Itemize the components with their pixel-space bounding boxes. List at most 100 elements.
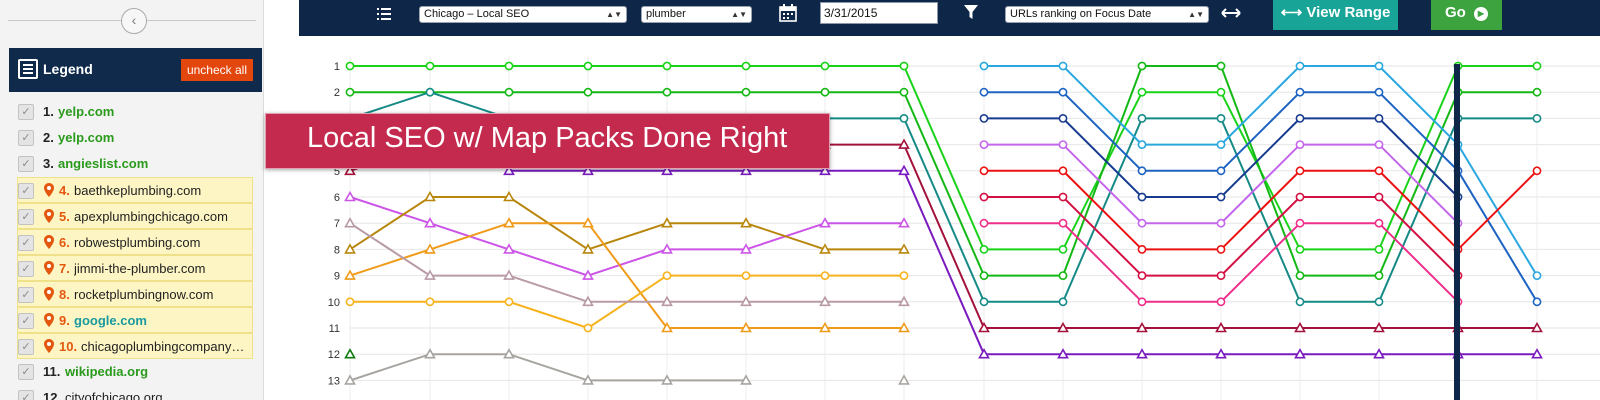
data-point[interactable] [1532, 114, 1542, 123]
data-point[interactable] [1137, 192, 1147, 202]
data-point[interactable] [1137, 166, 1147, 176]
data-point[interactable] [1215, 348, 1227, 359]
data-point[interactable] [1058, 114, 1068, 123]
data-point[interactable] [1295, 61, 1305, 71]
data-point[interactable] [661, 217, 673, 228]
data-point[interactable] [898, 243, 910, 254]
data-point[interactable] [583, 87, 593, 97]
data-point[interactable] [1374, 218, 1384, 228]
data-point[interactable] [1374, 192, 1384, 202]
data-point[interactable] [344, 348, 356, 359]
data-point[interactable] [820, 61, 830, 71]
data-point[interactable] [582, 295, 594, 307]
data-point[interactable] [1295, 87, 1305, 97]
go-button[interactable]: Go ▶ [1431, 0, 1502, 30]
data-point[interactable] [1216, 192, 1226, 202]
data-point[interactable] [1295, 271, 1305, 280]
data-point[interactable] [662, 61, 672, 71]
data-point[interactable] [503, 217, 515, 228]
data-point[interactable] [425, 87, 435, 97]
location-select[interactable]: Chicago – Local SEO ▲▼ [419, 6, 627, 23]
data-point[interactable] [503, 243, 515, 254]
data-point[interactable] [424, 217, 436, 228]
legend-item[interactable]: ✓ 6. robwestplumbing.com [17, 229, 253, 255]
legend-item[interactable]: ✓ 1. yelp.com [18, 99, 252, 125]
legend-item[interactable]: ✓ 7. jimmi-the-plumber.com [17, 255, 253, 281]
data-point[interactable] [1058, 61, 1068, 71]
legend-checkbox[interactable]: ✓ [18, 183, 34, 199]
data-point[interactable] [1136, 348, 1148, 359]
data-point[interactable] [1216, 218, 1226, 228]
data-point[interactable] [1532, 271, 1542, 280]
data-point[interactable] [1137, 140, 1147, 149]
data-point[interactable] [819, 217, 831, 228]
data-point[interactable] [1374, 244, 1384, 254]
data-point[interactable] [1058, 244, 1068, 254]
view-range-button[interactable]: ⟷ View Range [1273, 0, 1398, 30]
data-point[interactable] [1216, 61, 1226, 71]
legend-checkbox[interactable]: ✓ [18, 209, 34, 225]
data-point[interactable] [1531, 321, 1543, 333]
data-point[interactable] [1216, 87, 1226, 97]
data-point[interactable] [662, 87, 672, 97]
data-point[interactable] [1058, 192, 1068, 202]
data-point[interactable] [898, 217, 910, 228]
data-point[interactable] [1374, 61, 1384, 71]
data-point[interactable] [1531, 348, 1543, 359]
data-point[interactable] [1057, 348, 1069, 359]
data-point[interactable] [1216, 114, 1226, 123]
data-point[interactable] [1137, 87, 1147, 97]
data-point[interactable] [1137, 271, 1147, 280]
data-point[interactable] [503, 190, 515, 202]
data-point[interactable] [582, 243, 594, 254]
data-point[interactable] [1137, 297, 1147, 307]
data-point[interactable] [979, 140, 989, 149]
data-point[interactable] [819, 321, 831, 333]
focus-date-input[interactable]: 3/31/2015 [820, 2, 938, 24]
ranking-chart[interactable]: 12345678910111213 [300, 36, 1600, 400]
data-point[interactable] [740, 243, 752, 254]
data-point[interactable] [898, 138, 910, 149]
data-point[interactable] [345, 87, 355, 97]
data-point[interactable] [1295, 166, 1305, 176]
data-point[interactable] [1374, 271, 1384, 280]
data-point[interactable] [979, 297, 989, 307]
uncheck-all-button[interactable]: uncheck all [180, 59, 253, 81]
data-point[interactable] [978, 321, 990, 333]
data-point[interactable] [978, 348, 990, 359]
keyword-select[interactable]: plumber ▲▼ [641, 6, 752, 23]
legend-item[interactable]: ✓ 10. chicagoplumbingcompany… [17, 333, 253, 359]
data-point[interactable] [979, 271, 989, 280]
data-point[interactable] [503, 269, 515, 280]
data-point[interactable] [344, 243, 356, 254]
data-point[interactable] [1295, 140, 1305, 149]
data-point[interactable] [583, 61, 593, 71]
data-point[interactable] [1216, 244, 1226, 254]
ranking-select[interactable]: URLs ranking on Focus Date ▲▼ [1005, 6, 1209, 23]
data-point[interactable] [503, 348, 515, 359]
data-point[interactable] [661, 243, 673, 254]
legend-item[interactable]: ✓ 5. apexplumbingchicago.com [17, 203, 253, 229]
data-point[interactable] [1137, 218, 1147, 228]
legend-item[interactable]: ✓ 3. angieslist.com [18, 151, 252, 177]
data-point[interactable] [1374, 297, 1384, 307]
data-point[interactable] [819, 243, 831, 254]
data-point[interactable] [1058, 271, 1068, 280]
data-point[interactable] [1373, 321, 1385, 333]
data-point[interactable] [1057, 321, 1069, 333]
data-point[interactable] [1216, 166, 1226, 176]
legend-checkbox[interactable]: ✓ [18, 364, 34, 380]
data-point[interactable] [979, 166, 989, 176]
collapse-sidebar-button[interactable]: ‹ [121, 8, 147, 34]
data-point[interactable] [425, 61, 435, 71]
data-point[interactable] [424, 269, 436, 280]
data-point[interactable] [344, 190, 356, 202]
list-icon[interactable] [369, 0, 399, 30]
data-point[interactable] [1058, 166, 1068, 176]
data-point[interactable] [582, 269, 594, 280]
legend-item[interactable]: ✓ 12. cityofchicago.org [18, 385, 252, 400]
data-point[interactable] [1216, 271, 1226, 280]
data-point[interactable] [424, 190, 436, 202]
data-point[interactable] [1295, 114, 1305, 123]
legend-item[interactable]: ✓ 11. wikipedia.org [18, 359, 252, 385]
